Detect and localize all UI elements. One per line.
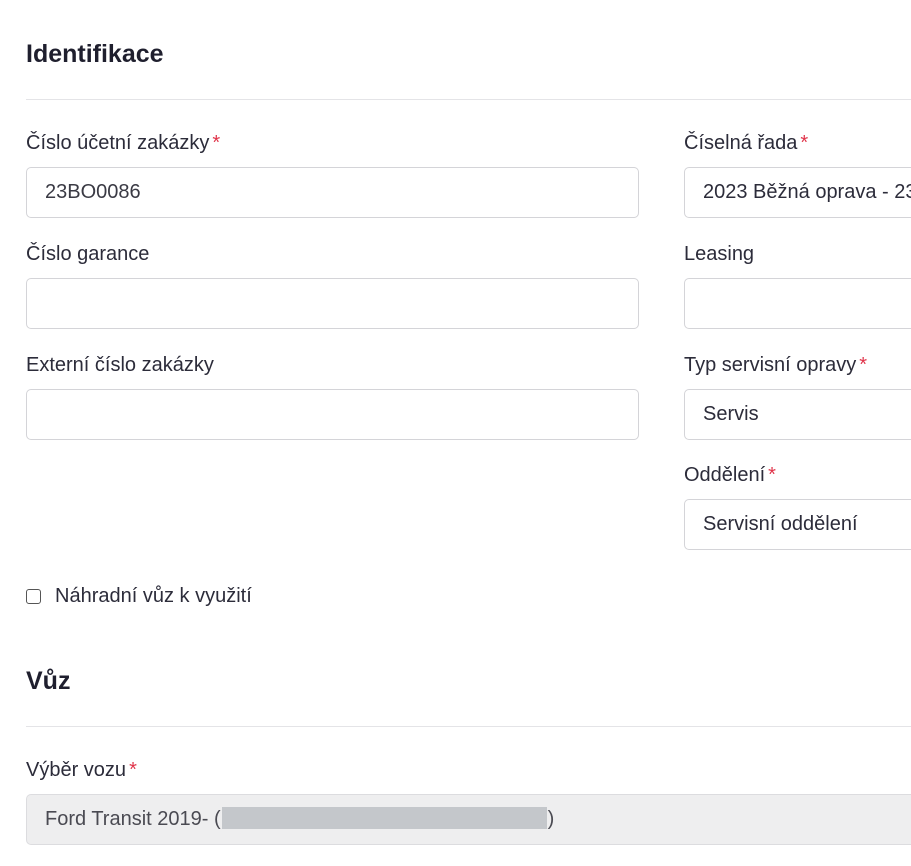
warranty-number-label: Číslo garance: [26, 243, 150, 265]
external-order-number-input[interactable]: [26, 389, 639, 440]
department-label-text: Oddělení: [684, 464, 766, 486]
order-number-label: Číslo účetní zakázky *: [26, 132, 220, 155]
vehicle-selection-label: Výběr vozu *: [26, 759, 137, 782]
required-mark: *: [129, 759, 137, 781]
vehicle-selection-suffix: ): [547, 808, 555, 830]
department-label: Oddělení *: [684, 464, 776, 487]
leasing-select[interactable]: [684, 278, 911, 329]
number-series-label-text: Číselná řada: [684, 132, 798, 154]
leasing-label: Leasing: [684, 243, 755, 265]
section-title-identification: Identifikace: [26, 40, 164, 68]
number-series-select[interactable]: 2023 Běžná oprava - 23BO: [684, 167, 911, 218]
section-divider: [26, 726, 911, 727]
service-repair-type-label-text: Typ servisní opravy: [684, 354, 857, 376]
replacement-vehicle-row[interactable]: Náhradní vůz k využití: [26, 585, 252, 608]
external-order-number-label: Externí číslo zakázky: [26, 354, 214, 376]
section-title-vehicle: Vůz: [26, 667, 71, 695]
replacement-vehicle-label[interactable]: Náhradní vůz k využití: [55, 585, 252, 608]
vehicle-selection-label-text: Výběr vozu: [26, 759, 127, 781]
section-divider: [26, 99, 911, 100]
department-select[interactable]: Servisní oddělení: [684, 499, 911, 550]
required-mark: *: [800, 132, 809, 154]
order-number-input[interactable]: 23BO0086: [26, 167, 639, 218]
service-repair-type-label: Typ servisní opravy *: [684, 354, 867, 377]
redacted-block: [221, 806, 547, 829]
replacement-vehicle-checkbox[interactable]: [26, 589, 41, 604]
required-mark: *: [768, 464, 776, 486]
vehicle-selection-prefix: Ford Transit 2019- (: [45, 808, 221, 830]
vehicle-selection-field[interactable]: Ford Transit 2019- (): [26, 794, 911, 845]
required-mark: *: [859, 354, 868, 376]
order-number-label-text: Číslo účetní zakázky: [26, 132, 210, 154]
number-series-label: Číselná řada *: [684, 132, 808, 155]
required-mark: *: [212, 132, 221, 154]
warranty-number-input[interactable]: [26, 278, 639, 329]
service-repair-type-select[interactable]: Servis: [684, 389, 911, 440]
